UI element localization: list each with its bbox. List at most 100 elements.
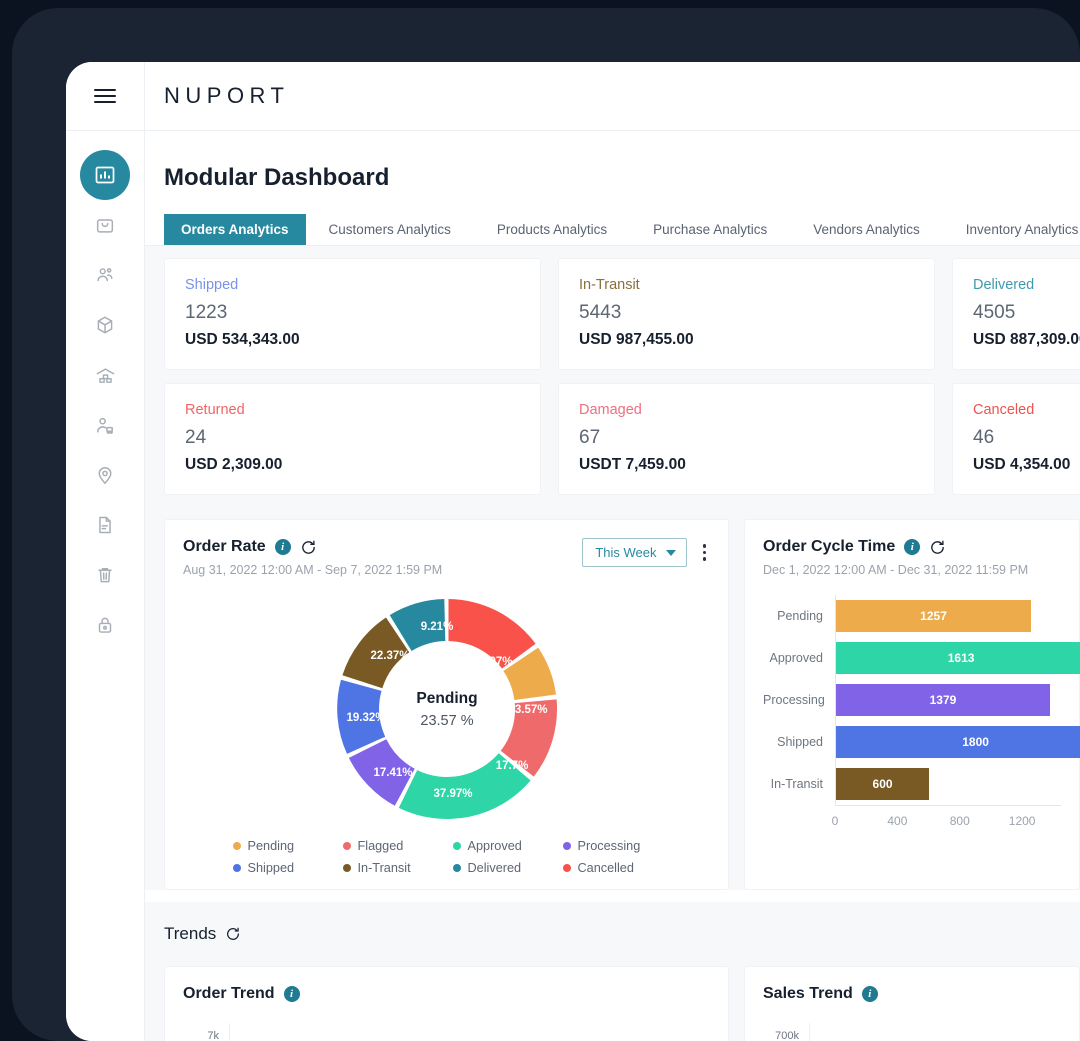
bar-row[interactable]: Processing 1379 xyxy=(763,679,1061,721)
tab-orders-analytics[interactable]: Orders Analytics xyxy=(164,214,306,245)
stat-count: 5443 xyxy=(579,302,622,323)
legend-label: Shipped xyxy=(247,861,295,875)
bar-track: 1613 xyxy=(835,637,1080,679)
tab-products-analytics[interactable]: Products Analytics xyxy=(474,214,630,245)
info-icon[interactable]: i xyxy=(274,539,291,555)
stat-card-shipped[interactable]: Shipped 1223 USD 534,343.00 xyxy=(164,258,541,370)
user-truck-icon xyxy=(94,414,117,437)
bar-row[interactable]: Approved 1613 xyxy=(763,637,1080,679)
refresh-icon[interactable] xyxy=(300,539,317,556)
tab-inventory-analytics[interactable]: Inventory Analytics xyxy=(943,214,1080,245)
stat-card-damaged[interactable]: Damaged 67 USDT 7,459.00 xyxy=(558,383,935,495)
trend-plot-area xyxy=(229,1023,710,1041)
tab-customers-analytics[interactable]: Customers Analytics xyxy=(306,214,474,245)
date-range-select[interactable]: This Week xyxy=(582,538,687,567)
x-tick: 800 xyxy=(949,814,970,828)
legend-item[interactable]: Pending xyxy=(232,839,343,853)
legend-dot xyxy=(562,864,571,872)
slice-label-in-transit: 22.37% xyxy=(370,650,409,662)
main-content: Modular Dashboard Orders Analytics Custo… xyxy=(145,131,1080,1041)
legend-dot xyxy=(232,842,241,850)
legend-item[interactable]: Cancelled xyxy=(562,861,673,875)
legend-dot xyxy=(232,864,241,872)
legend-dot xyxy=(452,842,461,850)
stat-card-returned[interactable]: Returned 24 USD 2,309.00 xyxy=(164,383,541,495)
legend-item[interactable]: Approved xyxy=(452,839,563,853)
hamburger-icon[interactable] xyxy=(94,89,116,103)
legend-label: In-Transit xyxy=(357,861,411,875)
trend-grid: Order Trend i 7k 6k xyxy=(164,966,1080,1041)
stat-amount: USD 887,309.00 xyxy=(973,331,1080,348)
bar-value: 1257 xyxy=(836,600,1032,632)
stat-label: Shipped xyxy=(185,277,239,293)
bar-row[interactable]: In-Transit 600 xyxy=(763,763,1061,805)
legend-label: Processing xyxy=(577,839,641,853)
bar-category-label: Pending xyxy=(777,609,823,623)
bar-row[interactable]: Shipped 1800 xyxy=(763,721,1080,763)
legend-label: Pending xyxy=(247,839,295,853)
slice-label-approved: 37.97% xyxy=(433,788,472,800)
donut-legend: Pending Flagged Approved Processing Ship… xyxy=(207,839,687,875)
info-icon[interactable]: i xyxy=(861,986,878,1002)
legend-item[interactable]: Flagged xyxy=(342,839,453,853)
legend-item[interactable]: Shipped xyxy=(232,861,343,875)
stat-label: In-Transit xyxy=(579,277,640,293)
sidebar-item-reports[interactable] xyxy=(80,500,130,550)
slice-label-shipped: 19.32% xyxy=(346,712,385,724)
sidebar-item-security[interactable] xyxy=(80,600,130,650)
bar-category-label: Shipped xyxy=(777,735,823,749)
legend-label: Approved xyxy=(467,839,522,853)
stat-card-delivered[interactable]: Delivered 4505 USD 887,309.00 xyxy=(952,258,1080,370)
sidebar-item-customers[interactable] xyxy=(80,250,130,300)
sidebar-item-orders[interactable] xyxy=(80,200,130,250)
stat-amount: USD 987,455.00 xyxy=(579,331,694,348)
tab-purchase-analytics[interactable]: Purchase Analytics xyxy=(630,214,790,245)
legend-dot xyxy=(452,864,461,872)
info-icon[interactable]: i xyxy=(283,986,300,1002)
slice-label-delivered: 9.21% xyxy=(420,621,453,633)
legend-dot xyxy=(342,864,351,872)
y-tick: 700k xyxy=(775,1030,799,1041)
bar-value: 1800 xyxy=(836,726,1080,758)
sidebar-item-locations[interactable] xyxy=(80,450,130,500)
legend-label: Flagged xyxy=(357,839,404,853)
analytics-tabs: Orders Analytics Customers Analytics Pro… xyxy=(145,214,1080,246)
card-subtitle: Aug 31, 2022 12:00 AM - Sep 7, 2022 1:59… xyxy=(183,563,443,577)
trend-y-axis: 7k 6k xyxy=(183,1023,229,1041)
refresh-icon[interactable] xyxy=(225,926,241,942)
menu-toggle[interactable] xyxy=(66,62,145,130)
tab-vendors-analytics[interactable]: Vendors Analytics xyxy=(790,214,943,245)
sidebar-item-trash[interactable] xyxy=(80,550,130,600)
slice-label-cancelled: 26.97% xyxy=(473,656,512,668)
bar-track: 600 xyxy=(835,763,1061,805)
sidebar-item-warehouse[interactable] xyxy=(80,350,130,400)
legend-item[interactable]: In-Transit xyxy=(342,861,453,875)
stat-label: Damaged xyxy=(579,402,642,418)
stat-label: Delivered xyxy=(973,277,1035,293)
bar-track: 1257 xyxy=(835,595,1061,637)
bar-value: 600 xyxy=(836,768,930,800)
stat-amount: USDT 7,459.00 xyxy=(579,456,686,473)
sidebar-item-dashboard[interactable] xyxy=(80,150,130,200)
legend-label: Delivered xyxy=(467,861,522,875)
card-title: Order Rate xyxy=(183,538,266,555)
order-cycle-bar-chart: Pending 1257 Approved 1613 Processing 13… xyxy=(763,595,1080,831)
card-title: Order Trend xyxy=(183,985,275,1002)
chart-bar-icon xyxy=(93,163,117,187)
bar-row[interactable]: Pending 1257 xyxy=(763,595,1061,637)
card-title: Order Cycle Time xyxy=(763,538,896,555)
info-icon[interactable]: i xyxy=(904,539,921,555)
legend-label: Cancelled xyxy=(577,861,634,875)
stat-card-canceled[interactable]: Canceled 46 USD 4,354.00 xyxy=(952,383,1080,495)
kebab-menu-icon[interactable] xyxy=(699,541,711,564)
legend-item[interactable]: Processing xyxy=(562,839,673,853)
sidebar-item-products[interactable] xyxy=(80,300,130,350)
refresh-icon[interactable] xyxy=(929,539,946,556)
stat-count: 1223 xyxy=(185,302,228,323)
stat-amount: USD 4,354.00 xyxy=(973,456,1071,473)
legend-item[interactable]: Delivered xyxy=(452,861,563,875)
stat-card-in-transit[interactable]: In-Transit 5443 USD 987,455.00 xyxy=(558,258,935,370)
sidebar-item-delivery-partner[interactable] xyxy=(80,400,130,450)
trend-y-axis: 700k 600k xyxy=(763,1023,809,1041)
sales-trend-card: Sales Trend i 700k 600k xyxy=(744,966,1080,1041)
